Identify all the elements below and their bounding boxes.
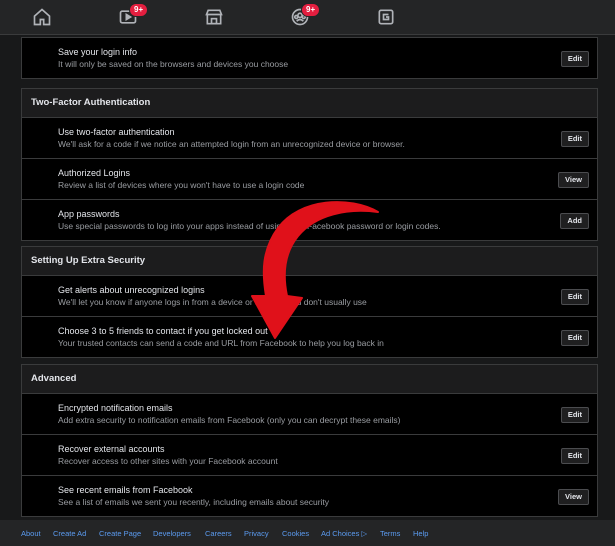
settings-row-save-login: Save your login info It will only be sav… [22, 38, 597, 78]
app-passwords-add-button[interactable]: Add [560, 213, 589, 229]
row-title: See recent emails from Facebook [58, 485, 193, 495]
row-title: Encrypted notification emails [58, 403, 173, 413]
two-factor-panel: Two-Factor Authentication Use two-factor… [21, 88, 598, 241]
section-header: Advanced [22, 365, 597, 394]
security-settings-content: Save your login info It will only be sav… [0, 35, 615, 519]
settings-row-authorized-logins: Authorized Logins Review a list of devic… [22, 159, 597, 200]
marketplace-icon[interactable] [203, 6, 225, 28]
settings-row-app-passwords: App passwords Use special passwords to l… [22, 200, 597, 240]
encrypted-emails-edit-button[interactable]: Edit [560, 407, 589, 423]
recent-emails-view-button[interactable]: View [558, 489, 589, 505]
footer-link-help[interactable]: Help [413, 529, 428, 538]
groups-notification-badge: 9+ [301, 3, 321, 17]
settings-row-login-alerts: Get alerts about unrecognized logins We'… [22, 276, 597, 317]
footer: About Create Ad Create Page Developers C… [0, 520, 615, 546]
settings-row-two-factor: Use two-factor authentication We'll ask … [22, 118, 597, 159]
watch-notification-badge: 9+ [129, 3, 149, 17]
login-alerts-edit-button[interactable]: Edit [560, 289, 589, 305]
groups-icon[interactable]: 9+ [289, 3, 321, 28]
settings-row-encrypted-emails: Encrypted notification emails Add extra … [22, 394, 597, 435]
watch-icon[interactable]: 9+ [117, 3, 149, 28]
row-description: See a list of emails we sent you recentl… [58, 497, 330, 507]
trusted-contacts-edit-button[interactable]: Edit [560, 330, 589, 346]
settings-row-trusted-contacts: Choose 3 to 5 friends to contact if you … [22, 317, 597, 357]
footer-link-careers[interactable]: Careers [205, 529, 232, 538]
row-description: Review a list of devices where you won't… [58, 180, 305, 190]
row-description: We'll let you know if anyone logs in fro… [58, 297, 367, 307]
login-panel: Save your login info It will only be sav… [21, 37, 598, 79]
row-title: Get alerts about unrecognized logins [58, 285, 205, 295]
row-description: Recover access to other sites with your … [58, 456, 278, 466]
section-header: Setting Up Extra Security [22, 247, 597, 276]
two-factor-edit-button[interactable]: Edit [560, 131, 589, 147]
row-title: Use two-factor authentication [58, 127, 175, 137]
row-description: We'll ask for a code if we notice an att… [58, 139, 405, 149]
footer-link-terms[interactable]: Terms [380, 529, 400, 538]
settings-row-recover-accounts: Recover external accounts Recover access… [22, 435, 597, 476]
settings-row-recent-emails: See recent emails from Facebook See a li… [22, 476, 597, 516]
extra-security-panel: Setting Up Extra Security Get alerts abo… [21, 246, 598, 358]
top-navigation-bar: 9+ 9+ [0, 0, 615, 35]
section-header: Two-Factor Authentication [22, 89, 597, 118]
footer-link-developers[interactable]: Developers [153, 529, 191, 538]
advanced-panel: Advanced Encrypted notification emails A… [21, 364, 598, 517]
row-title: Recover external accounts [58, 444, 165, 454]
footer-link-ad-choices[interactable]: Ad Choices ▷ [321, 529, 367, 538]
row-title: Authorized Logins [58, 168, 131, 178]
row-title: Save your login info [58, 47, 138, 57]
home-icon[interactable] [31, 6, 53, 28]
row-title: Choose 3 to 5 friends to contact if you … [58, 326, 268, 336]
recover-accounts-edit-button[interactable]: Edit [560, 448, 589, 464]
footer-link-about[interactable]: About [21, 529, 41, 538]
footer-link-cookies[interactable]: Cookies [282, 529, 309, 538]
row-description: Add extra security to notification email… [58, 415, 401, 425]
footer-link-create-page[interactable]: Create Page [99, 529, 141, 538]
save-login-edit-button[interactable]: Edit [560, 51, 589, 67]
row-description: Use special passwords to log into your a… [58, 221, 441, 231]
authorized-logins-view-button[interactable]: View [558, 172, 589, 188]
row-description: Your trusted contacts can send a code an… [58, 338, 384, 348]
footer-link-privacy[interactable]: Privacy [244, 529, 269, 538]
row-description: It will only be saved on the browsers an… [58, 59, 289, 69]
gaming-icon[interactable] [375, 6, 397, 28]
row-title: App passwords [58, 209, 120, 219]
footer-link-create-ad[interactable]: Create Ad [53, 529, 86, 538]
